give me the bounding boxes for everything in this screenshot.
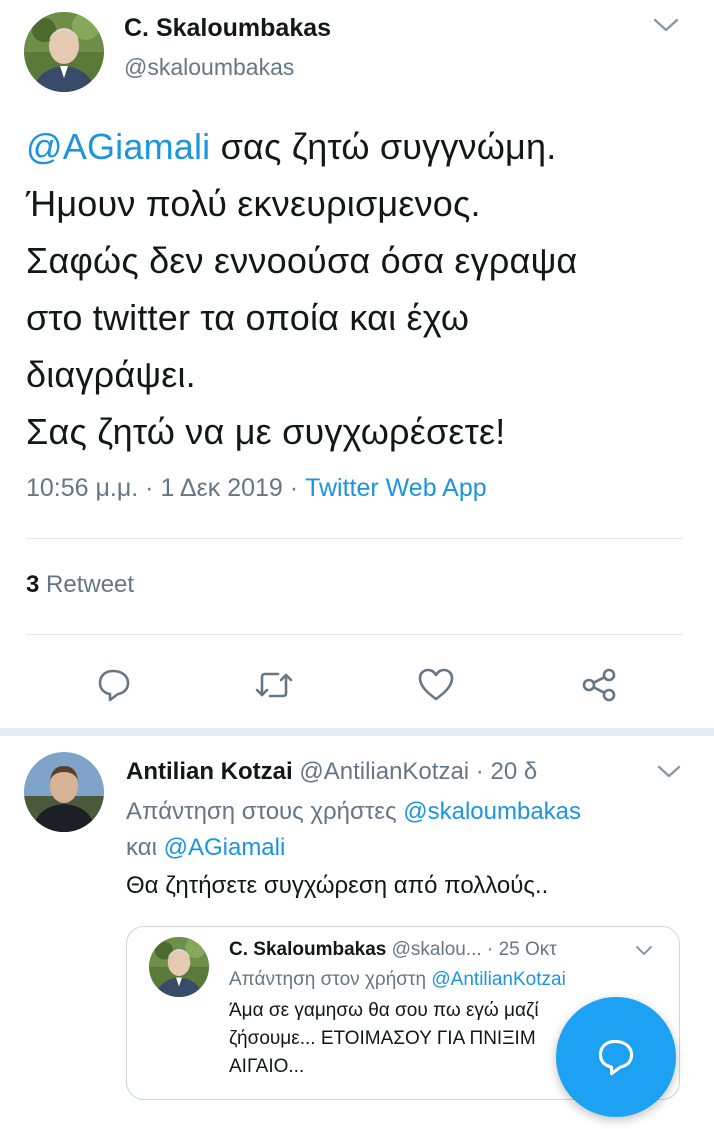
replying-to: Απάντηση στον χρήστη @AntilianKotzai xyxy=(229,969,566,990)
avatar xyxy=(149,937,209,997)
tweet-line: Άμα σε γαμησω θα σου πω εγώ μαζί xyxy=(229,1000,539,1021)
tweet-line: @AGiamali σας ζητώ συγγνώμη. xyxy=(26,126,557,167)
author-handle[interactable]: @AntilianKotzai xyxy=(299,758,469,785)
avatar-photo xyxy=(24,752,104,832)
tweet-line: ζήσουμε... ΕΤΟΙΜΑΣΟΥ ΓΙΑ ΠΝΙΞΙΜ xyxy=(229,1028,536,1049)
tweet-line: διαγράψει. xyxy=(26,354,196,395)
reply-button[interactable] xyxy=(92,663,136,707)
divider xyxy=(26,634,682,635)
author-handle: @skalou... xyxy=(391,939,482,960)
tweet-line: ΑΙΓΑΙΟ... xyxy=(229,1056,305,1077)
mention-link[interactable]: @AGiamali xyxy=(26,126,210,167)
section-divider xyxy=(0,728,714,736)
tweet-text: @AGiamali σας ζητώ συγγνώμη. Ήμουν πολύ … xyxy=(26,118,706,460)
tweet-line: στο twitter τα οποία και έχω xyxy=(26,297,470,338)
quote-header: C. Skaloumbakas @skalou... · 25 Οκτ xyxy=(229,939,557,960)
share-button[interactable] xyxy=(577,663,621,707)
reply-icon xyxy=(96,667,132,703)
author-handle[interactable]: @skaloumbakas xyxy=(124,54,294,81)
retweet-icon xyxy=(254,667,294,703)
avatar[interactable] xyxy=(24,12,104,92)
retweet-button[interactable] xyxy=(252,663,296,707)
mention-link[interactable]: @skaloumbakas xyxy=(403,798,581,825)
tweet-text: Θα ζητήσετε συγχώρεση από πολλούς.. xyxy=(126,872,549,899)
compose-reply-icon xyxy=(596,1037,636,1077)
author-name[interactable]: C. Skaloumbakas xyxy=(124,14,331,43)
tweet-time[interactable]: 10:56 μ.μ. xyxy=(26,474,138,502)
main-tweet: C. Skaloumbakas @skaloumbakas @AGiamali … xyxy=(0,0,714,735)
chevron-down-icon[interactable] xyxy=(635,945,653,957)
chevron-down-icon[interactable] xyxy=(653,17,679,33)
tweet-meta: 10:56 μ.μ. · 1 Δεκ 2019 · Twitter Web Ap… xyxy=(26,474,487,502)
share-icon xyxy=(580,667,618,703)
tweet-source[interactable]: Twitter Web App xyxy=(305,474,487,502)
tweet-line: Σας ζητώ να με συγχωρέσετε! xyxy=(26,411,506,452)
tweet-date[interactable]: 1 Δεκ 2019 xyxy=(160,474,282,502)
tweet-text: Άμα σε γαμησω θα σου πω εγώ μαζί ζήσουμε… xyxy=(229,997,609,1081)
tweet-time: 25 Οκτ xyxy=(498,939,557,960)
retweet-count: 3 xyxy=(26,571,40,598)
tweet-time[interactable]: 20 δ xyxy=(490,758,537,785)
avatar-photo xyxy=(24,12,104,92)
replying-to: Απάντηση στους χρήστες @skaloumbakas και… xyxy=(126,798,582,861)
tweet-line: Ήμουν πολύ εκνευρισμενος. xyxy=(26,183,481,224)
avatar[interactable] xyxy=(24,752,104,832)
chevron-down-icon[interactable] xyxy=(657,764,681,779)
retweet-label: Retweet xyxy=(46,571,135,598)
divider xyxy=(26,538,682,539)
mention-link[interactable]: @AGiamali xyxy=(164,834,286,861)
like-button[interactable] xyxy=(414,663,458,707)
mention-link[interactable]: @AntilianKotzai xyxy=(431,969,565,990)
author-name: C. Skaloumbakas xyxy=(229,939,387,960)
author-name[interactable]: Antilian Kotzai xyxy=(126,758,293,785)
avatar-photo xyxy=(149,937,209,997)
compose-reply-button[interactable] xyxy=(556,997,676,1117)
tweet-line: Σαφώς δεν εννοούσα όσα εγραψα xyxy=(26,240,578,281)
reply-header: Antilian Kotzai @AntilianKotzai · 20 δ xyxy=(126,758,538,785)
retweet-stats[interactable]: 3 Retweet xyxy=(26,571,134,599)
heart-icon xyxy=(417,667,455,703)
